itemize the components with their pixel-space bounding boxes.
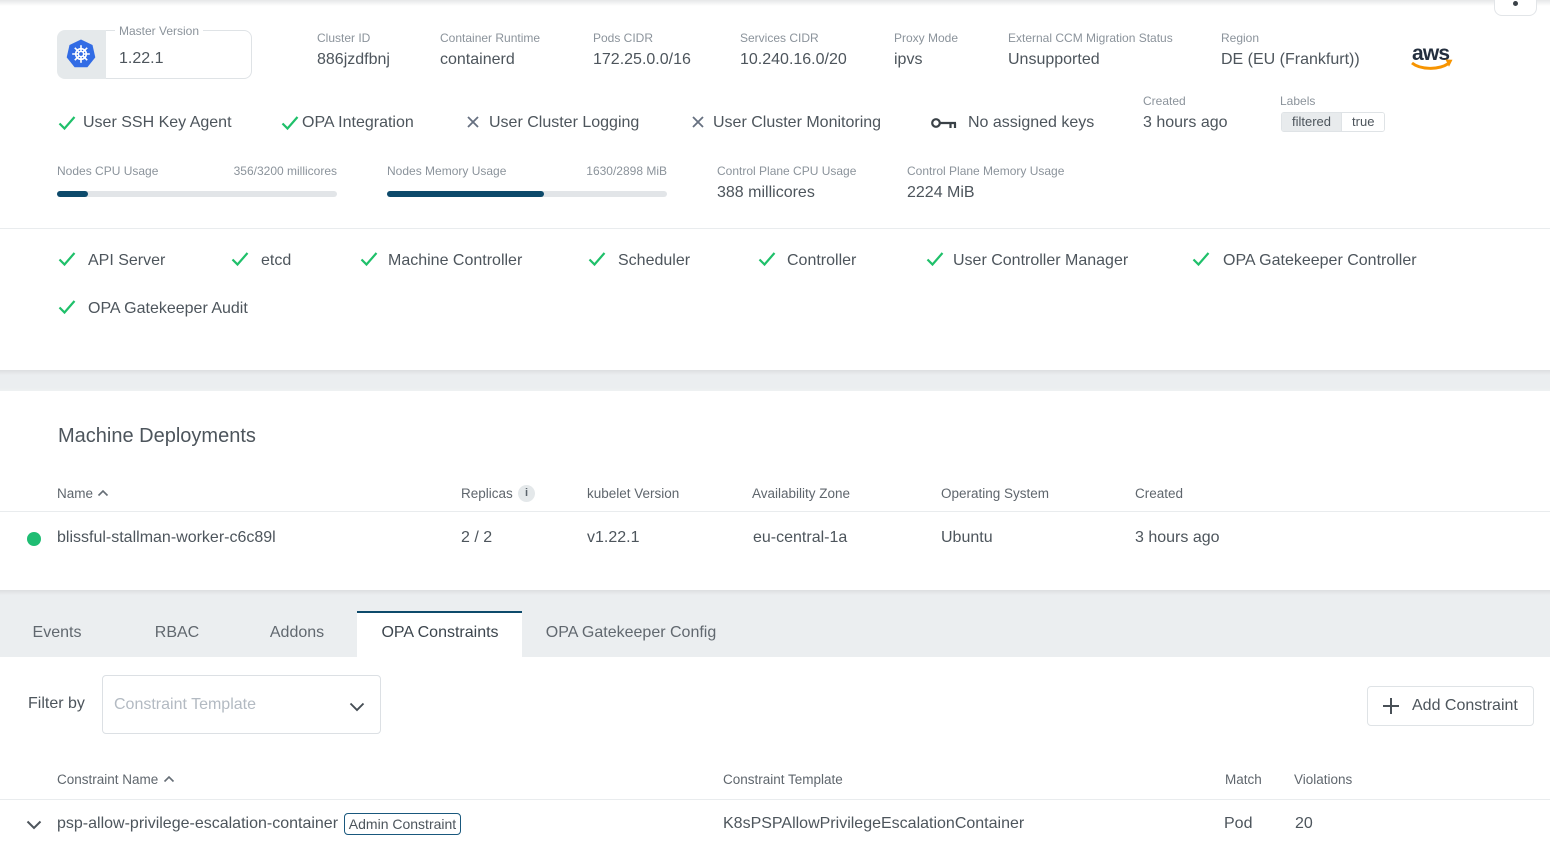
- svg-text:aws: aws: [1412, 43, 1449, 65]
